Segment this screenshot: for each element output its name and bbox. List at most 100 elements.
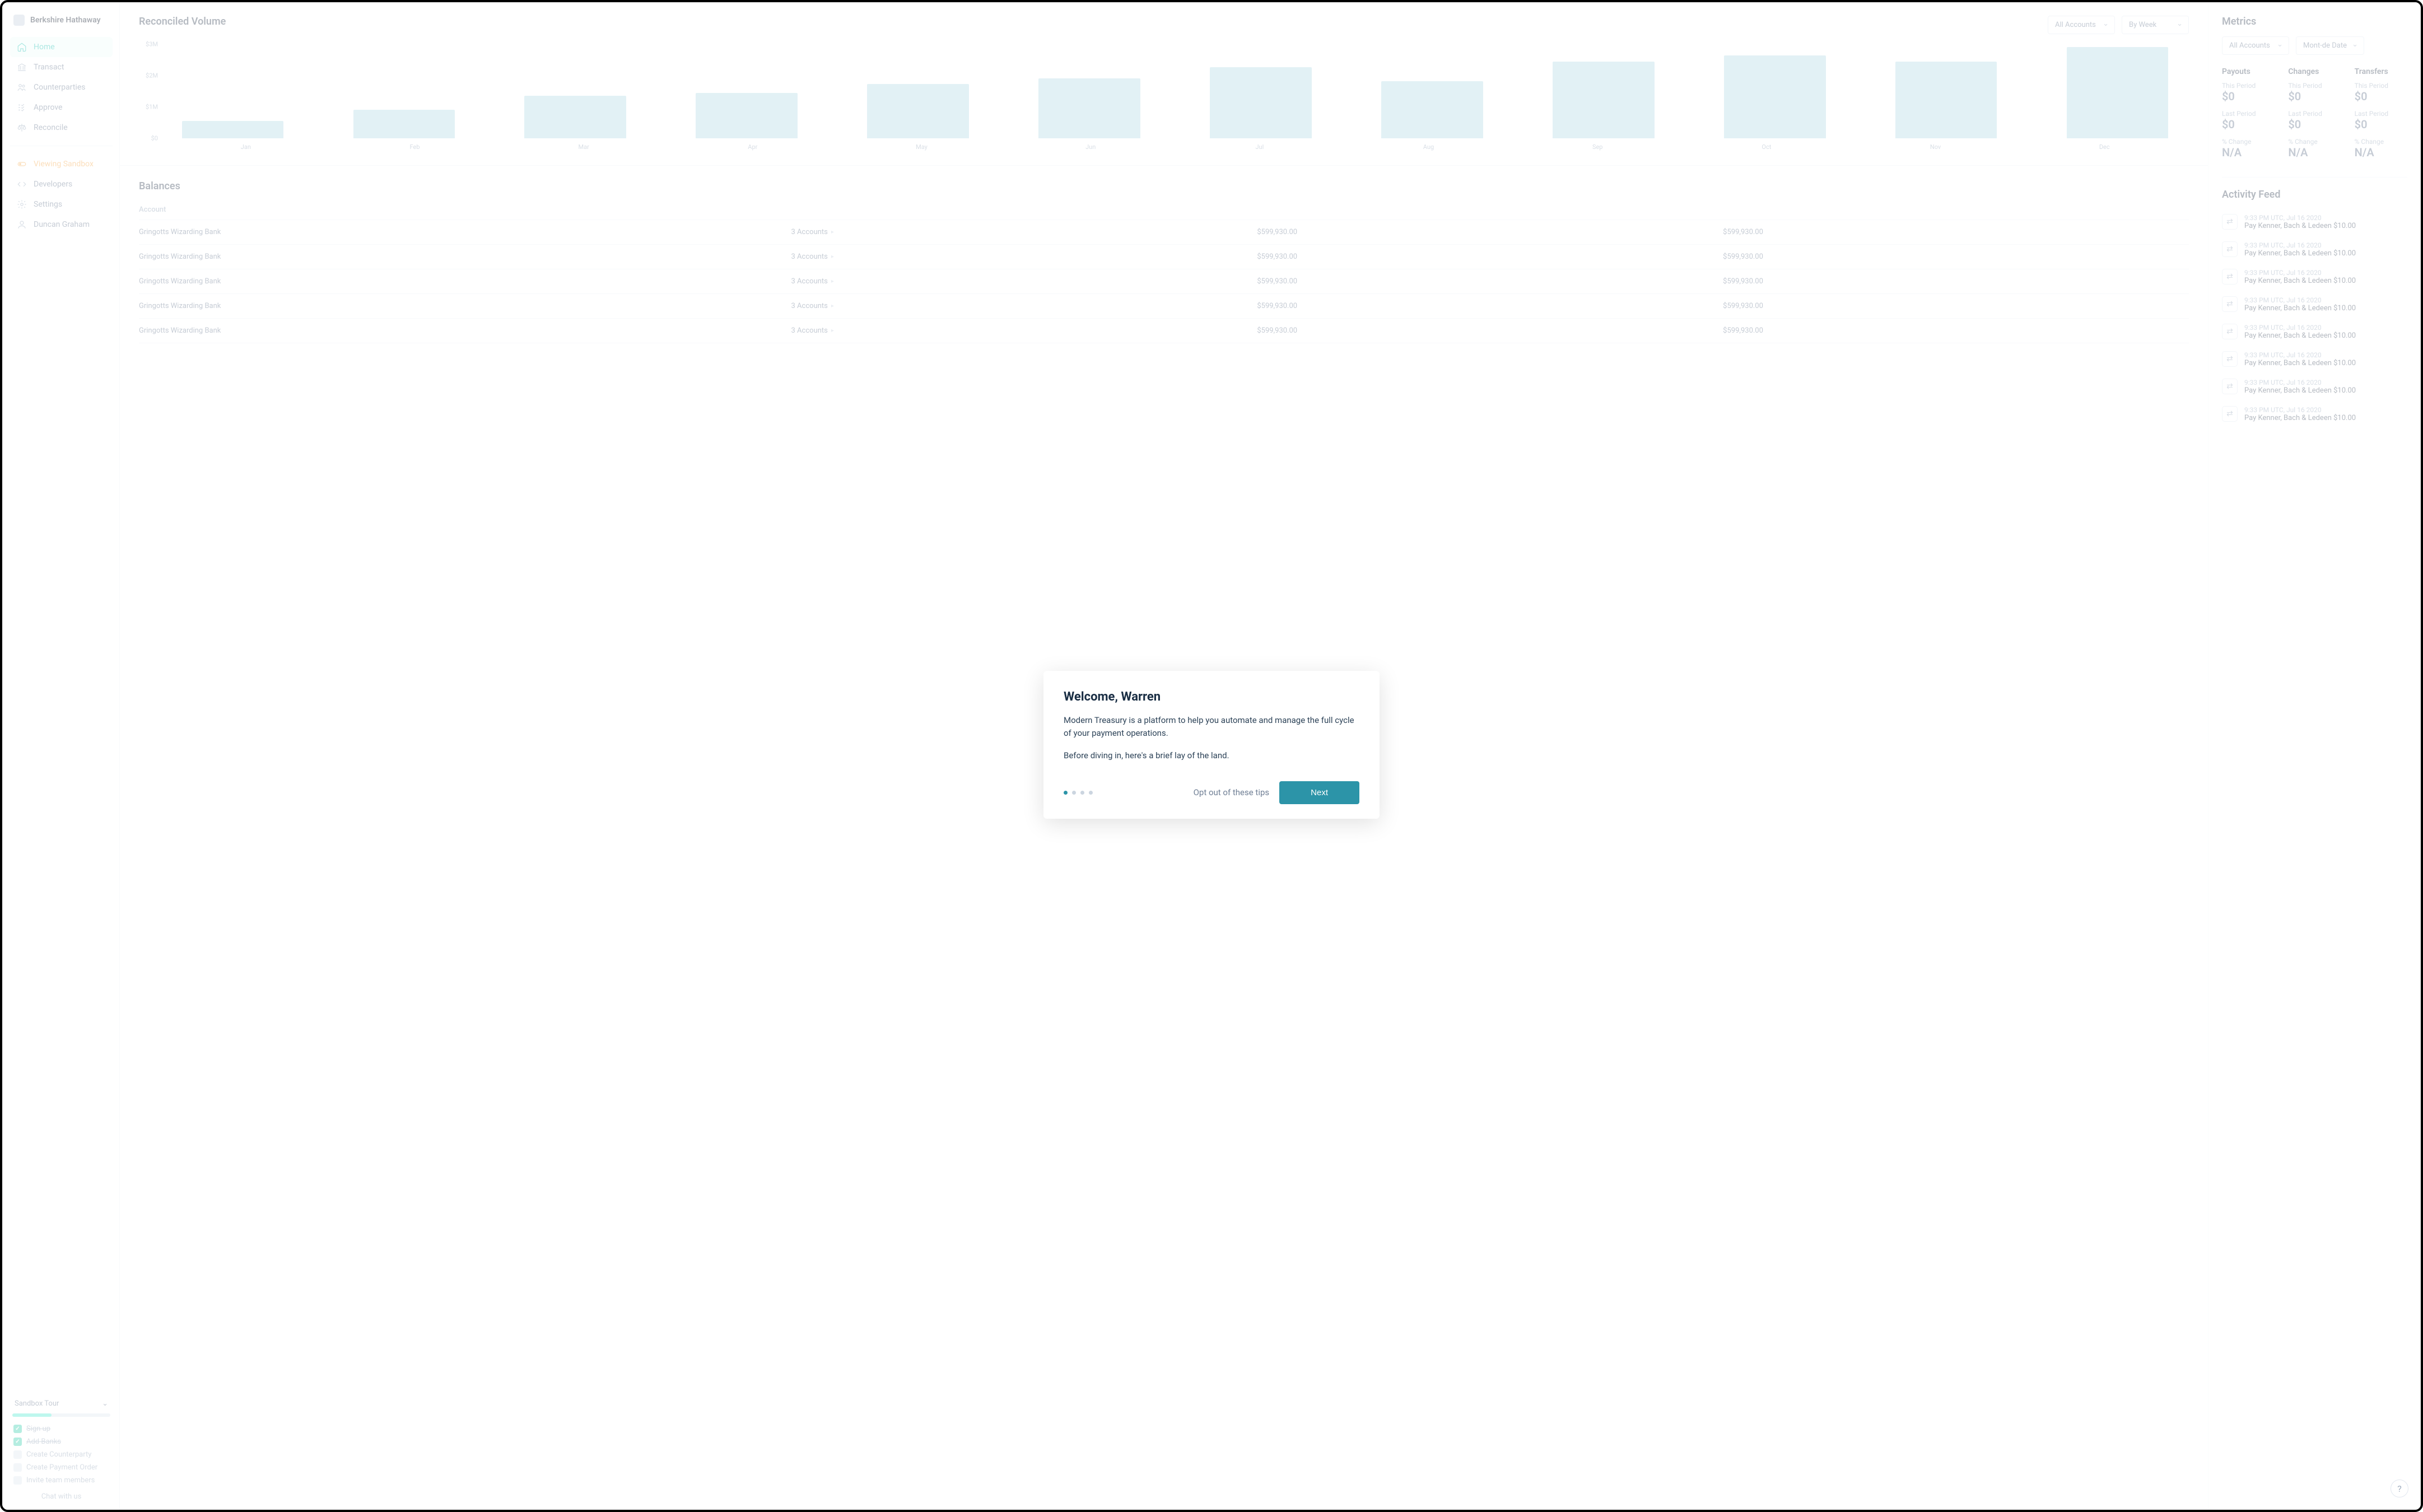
chart-bar bbox=[1553, 62, 1655, 138]
help-button[interactable]: ? bbox=[2391, 1480, 2408, 1497]
chart-bar bbox=[1038, 78, 1140, 138]
balance-cell: $599,930.00 bbox=[1257, 302, 1723, 310]
dropdown-period[interactable]: By Week bbox=[2122, 16, 2189, 34]
chart-xtick: Oct bbox=[1682, 143, 1851, 151]
feed-item[interactable]: ⇄ 9:33 PM UTC, Jul 16 2020 Pay Kenner, B… bbox=[2222, 373, 2407, 400]
table-row[interactable]: Gringotts Wizarding Bank 3 Accounts ▸ $5… bbox=[139, 294, 2189, 319]
table-row[interactable]: Gringotts Wizarding Bank 3 Accounts ▸ $5… bbox=[139, 220, 2189, 245]
sidebar-item-home[interactable]: Home bbox=[10, 37, 113, 57]
feed-timestamp: 9:33 PM UTC, Jul 16 2020 bbox=[2244, 324, 2356, 332]
modal-paragraph-1: Modern Treasury is a platform to help yo… bbox=[1064, 714, 1359, 740]
chart-ytick: $3M bbox=[146, 41, 158, 48]
sidebar-item-label: Settings bbox=[34, 200, 62, 209]
checkbox-icon bbox=[13, 1450, 22, 1459]
next-button[interactable]: Next bbox=[1279, 781, 1359, 804]
code-icon bbox=[17, 179, 27, 189]
scale-icon bbox=[17, 123, 27, 133]
user-icon bbox=[17, 220, 27, 230]
people-icon bbox=[17, 82, 27, 92]
chart-bar bbox=[867, 84, 969, 138]
sidebar-item-settings[interactable]: Settings bbox=[10, 194, 113, 214]
feed-text: Pay Kenner, Bach & Ledeen $10.00 bbox=[2244, 359, 2356, 367]
bank-name: Gringotts Wizarding Bank bbox=[139, 277, 791, 286]
chart-bar bbox=[182, 121, 284, 138]
tour-item[interactable]: Invite team members bbox=[12, 1474, 110, 1487]
payment-icon: ⇄ bbox=[2222, 296, 2238, 312]
feed-text: Pay Kenner, Bach & Ledeen $10.00 bbox=[2244, 414, 2356, 422]
tour-item[interactable]: Create Counterparty bbox=[12, 1448, 110, 1461]
org-name: Berkshire Hathaway bbox=[30, 16, 101, 25]
feed-text: Pay Kenner, Bach & Ledeen $10.00 bbox=[2244, 386, 2356, 395]
table-row[interactable]: Gringotts Wizarding Bank 3 Accounts ▸ $5… bbox=[139, 269, 2189, 294]
table-row[interactable]: Gringotts Wizarding Bank 3 Accounts ▸ $5… bbox=[139, 245, 2189, 269]
feed-timestamp: 9:33 PM UTC, Jul 16 2020 bbox=[2244, 406, 2356, 414]
chart-xtick: Dec bbox=[2020, 143, 2189, 151]
step-dot bbox=[1080, 791, 1084, 795]
step-dot bbox=[1072, 791, 1076, 795]
reconciled-volume-title: Reconciled Volume bbox=[139, 16, 226, 27]
balance-cell: $599,930.00 bbox=[1257, 228, 1723, 236]
bank-name: Gringotts Wizarding Bank bbox=[139, 228, 791, 236]
chart-bar bbox=[2067, 47, 2169, 138]
chart-xtick: Nov bbox=[1851, 143, 2020, 151]
metric-title: Payouts bbox=[2222, 67, 2275, 76]
balances-header-row: Account bbox=[139, 198, 2189, 220]
sidebar-item-transact[interactable]: Transact bbox=[10, 57, 113, 77]
feed-text: Pay Kenner, Bach & Ledeen $10.00 bbox=[2244, 332, 2356, 340]
feed-item[interactable]: ⇄ 9:33 PM UTC, Jul 16 2020 Pay Kenner, B… bbox=[2222, 208, 2407, 236]
metrics-dropdown-accounts[interactable]: All Accounts bbox=[2222, 36, 2289, 55]
modal-step-dots bbox=[1064, 791, 1093, 795]
table-row[interactable]: Gringotts Wizarding Bank 3 Accounts ▸ $5… bbox=[139, 319, 2189, 343]
sidebar-item-label: Duncan Graham bbox=[34, 220, 90, 229]
tour-item-label: Add Banks bbox=[26, 1438, 61, 1446]
tour-item-label: Create Payment Order bbox=[26, 1463, 97, 1472]
tour-header[interactable]: Sandbox Tour ⌄ bbox=[12, 1396, 110, 1411]
tour-item[interactable]: Sign up bbox=[12, 1422, 110, 1435]
chat-with-us[interactable]: Chat with us bbox=[12, 1487, 110, 1501]
triangle-right-icon: ▸ bbox=[831, 229, 834, 235]
chart-bar bbox=[696, 93, 798, 138]
payment-icon: ⇄ bbox=[2222, 269, 2238, 284]
feed-item[interactable]: ⇄ 9:33 PM UTC, Jul 16 2020 Pay Kenner, B… bbox=[2222, 236, 2407, 263]
bank-name: Gringotts Wizarding Bank bbox=[139, 253, 791, 261]
accounts-cell: 3 Accounts ▸ bbox=[791, 326, 1257, 335]
dropdown-accounts[interactable]: All Accounts bbox=[2048, 16, 2115, 34]
chart-xtick: Aug bbox=[1344, 143, 1513, 151]
metrics-dropdown-date[interactable]: Mont-de Date bbox=[2296, 36, 2364, 55]
bank-name: Gringotts Wizarding Bank bbox=[139, 302, 791, 310]
chart-xtick: Sep bbox=[1513, 143, 1682, 151]
tour-item-label: Create Counterparty bbox=[26, 1450, 91, 1459]
sidebar-item-user[interactable]: Duncan Graham bbox=[10, 214, 113, 235]
balance-cell: $599,930.00 bbox=[1723, 228, 2189, 236]
sidebar-item-approve[interactable]: Approve bbox=[10, 97, 113, 118]
sidebar-item-viewing-sandbox[interactable]: Viewing Sandbox bbox=[10, 154, 113, 174]
checklist-icon bbox=[17, 102, 27, 113]
metric-label: % Change bbox=[2288, 138, 2341, 146]
tour-item[interactable]: Add Banks bbox=[12, 1435, 110, 1448]
sidebar-item-counterparties[interactable]: Counterparties bbox=[10, 77, 113, 97]
chart-bar bbox=[524, 96, 626, 138]
feed-item[interactable]: ⇄ 9:33 PM UTC, Jul 16 2020 Pay Kenner, B… bbox=[2222, 346, 2407, 373]
tour-item-label: Sign up bbox=[26, 1425, 50, 1433]
sidebar-item-label: Viewing Sandbox bbox=[34, 160, 94, 169]
feed-item[interactable]: ⇄ 9:33 PM UTC, Jul 16 2020 Pay Kenner, B… bbox=[2222, 291, 2407, 318]
opt-out-link[interactable]: Opt out of these tips bbox=[1194, 787, 1270, 797]
sidebar-item-developers[interactable]: Developers bbox=[10, 174, 113, 194]
welcome-modal: Welcome, Warren Modern Treasury is a pla… bbox=[1043, 671, 1380, 819]
feed-item[interactable]: ⇄ 9:33 PM UTC, Jul 16 2020 Pay Kenner, B… bbox=[2222, 318, 2407, 346]
accounts-cell: 3 Accounts ▸ bbox=[791, 228, 1257, 236]
primary-nav: Home Transact Counterparties Approve Rec… bbox=[10, 35, 113, 235]
org-switcher[interactable]: Berkshire Hathaway bbox=[10, 12, 113, 35]
chart-ytick: $1M bbox=[146, 104, 158, 111]
sidebar-item-label: Reconcile bbox=[34, 123, 68, 132]
metric-label: Last Period bbox=[2355, 110, 2407, 118]
metric-label: This Period bbox=[2222, 82, 2275, 90]
feed-item[interactable]: ⇄ 9:33 PM UTC, Jul 16 2020 Pay Kenner, B… bbox=[2222, 263, 2407, 291]
payment-icon: ⇄ bbox=[2222, 351, 2238, 367]
tour-item[interactable]: Create Payment Order bbox=[12, 1461, 110, 1474]
metrics-column: Changes This Period $0 Last Period $0 % … bbox=[2288, 67, 2341, 166]
sidebar-item-reconcile[interactable]: Reconcile bbox=[10, 118, 113, 138]
feed-item[interactable]: ⇄ 9:33 PM UTC, Jul 16 2020 Pay Kenner, B… bbox=[2222, 400, 2407, 428]
feed-text: Pay Kenner, Bach & Ledeen $10.00 bbox=[2244, 222, 2356, 230]
balances-title: Balances bbox=[139, 180, 2189, 192]
